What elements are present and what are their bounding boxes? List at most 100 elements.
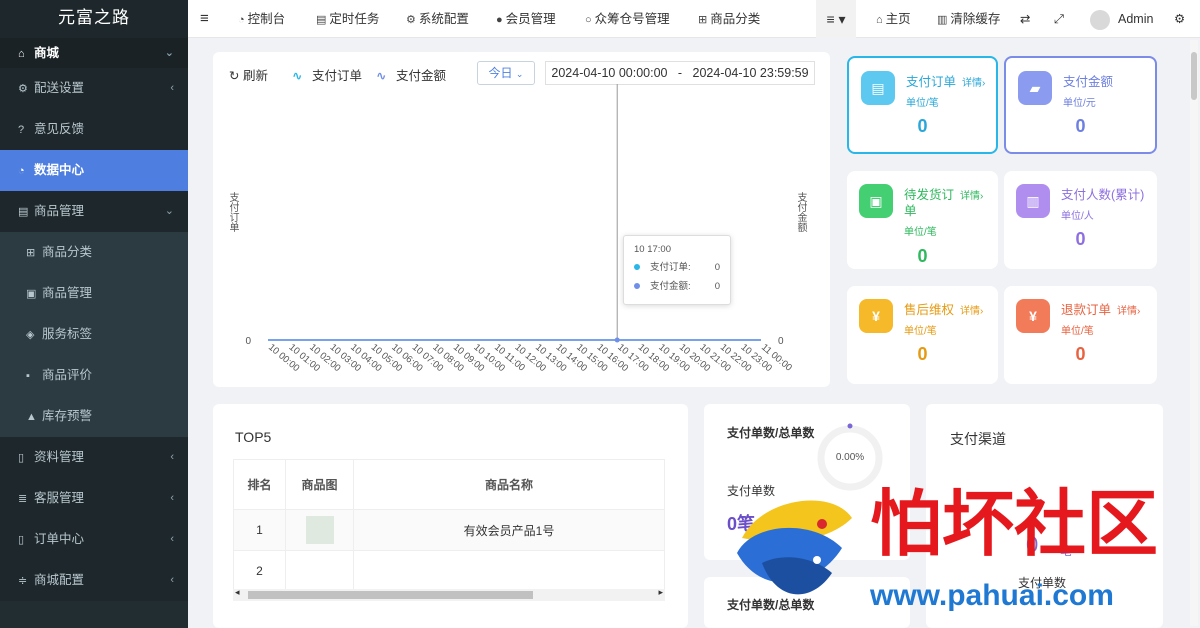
sidebar-item-label: 意见反馈 [34, 122, 85, 136]
home-icon: ⌂ [18, 48, 25, 60]
stat-title: 售后维权 [904, 303, 955, 317]
chart-card: ↻ 刷新 ∿ 支付订单 ∿ 支付金额 今日 ⌄ 2024-04-10 00:00:0… [213, 52, 830, 387]
tooltip-row-amount: 支付金额: 0 [634, 277, 720, 296]
nav-dashboard[interactable]: ◔ 控制台 [238, 0, 285, 38]
chevron-left-icon: ‹ [170, 492, 174, 504]
sidebar-item-label: 服务标签 [42, 327, 93, 341]
stat-card-paid-orders[interactable]: ▤ 支付订单 详情› 单位/笔 0 [847, 56, 998, 154]
stat-detail-link[interactable]: 详情› [960, 187, 984, 202]
user-menu[interactable]: Admin [1090, 0, 1153, 38]
sidebar-item-service-tags[interactable]: ◈ 服务标签 [0, 314, 188, 355]
table-header-row: 排名 商品图 商品名称 [233, 459, 665, 510]
nav-member-management[interactable]: ● 会员管理 [496, 0, 556, 38]
sidebar-item-label: 商品分类 [42, 245, 93, 259]
stat-title: 支付金额 [1063, 75, 1114, 89]
stat-card-paid-amount[interactable]: ▰ 支付金额 单位/元 0 [1004, 56, 1157, 154]
table-cell-image [285, 550, 354, 592]
column-header[interactable]: 商品图 [285, 459, 354, 510]
stat-card-pending-shipment[interactable]: ▣ 待发货订单 详情› 单位/笔 0 [847, 171, 998, 269]
more-menu-button[interactable]: ≡ ▾ [816, 0, 856, 38]
sidebar-item-support-management[interactable]: ≣ 客服管理 ‹ [0, 478, 188, 519]
file-icon: ▯ [18, 452, 25, 464]
sidebar-item-stock-alert[interactable]: ▲ 库存预警 [0, 396, 188, 437]
top-navbar: ≡ ◔ 控制台 ▤ 定时任务 ⚙ 系统配置 ● 会员管理 ○ 众筹仓号管理 ⊞ 商品分类 ≡… [188, 0, 1200, 38]
gear-icon: ⚙ [406, 14, 416, 26]
sidebar-item-label: 库存预警 [42, 409, 93, 423]
nav-label: 会员管理 [505, 12, 556, 26]
nav-crowdfunding[interactable]: ○ 众筹仓号管理 [585, 0, 670, 38]
tooltip-label: 支付金额: [650, 281, 691, 292]
product-thumbnail[interactable] [305, 516, 334, 544]
menu-toggle-icon[interactable]: ≡ [200, 0, 209, 38]
briefcase-icon: ▣ [26, 288, 37, 300]
sidebar-item-profile-management[interactable]: ▯ 资料管理 ‹ [0, 437, 188, 478]
tooltip-title: 10 17:00 [634, 244, 671, 255]
question-icon: ? [18, 124, 25, 136]
table-row[interactable]: 2 [233, 550, 665, 592]
sidebar-item-mall-config[interactable]: ≑ 商城配置 ‹ [0, 560, 188, 601]
table-cell-rank: 1 [233, 509, 286, 551]
sidebar-item-goods-category[interactable]: ⊞ 商品分类 [0, 232, 188, 273]
stat-value: 0 [917, 344, 928, 364]
sidebar-item-label: 商品管理 [42, 286, 93, 300]
sidebar-item-delivery[interactable]: ⚙ 配送设置 ‹ [0, 68, 188, 109]
stat-detail-link[interactable]: 详情› [962, 74, 985, 89]
chevron-down-icon: ⌄ [164, 205, 174, 217]
tooltip-value: 0 [714, 281, 720, 292]
sidebar-item-mall[interactable]: ⌂ 商城 ⌄ [0, 38, 188, 68]
sidebar-item-label: 商城配置 [34, 573, 85, 587]
y-tick-label-left: 0 [245, 336, 251, 347]
avatar [1090, 9, 1110, 30]
sitemap-icon: ⊞ [698, 14, 708, 26]
wallet-icon: ▣ [859, 184, 893, 218]
stat-card-refund-orders[interactable]: ¥ 退款订单 详情› 单位/笔 0 [1004, 286, 1157, 384]
sidebar-item-data-center[interactable]: ◔ 数据中心 [0, 150, 188, 191]
nav-clear-cache[interactable]: ▥ 清除缓存 [937, 0, 1000, 38]
column-header[interactable]: 商品名称 [353, 459, 665, 510]
sidebar-item-label: 配送设置 [34, 81, 85, 95]
sidebar-item-feedback[interactable]: ? 意见反馈 [0, 109, 188, 150]
fullscreen-icon[interactable]: ⤢ [1054, 0, 1064, 38]
page-scrollbar-thumb[interactable] [1191, 52, 1197, 100]
tags-icon: ◈ [26, 329, 35, 341]
sliders-icon: ≑ [18, 575, 28, 587]
nav-label: 系统配置 [418, 12, 469, 26]
column-header[interactable]: 排名 [233, 459, 286, 510]
stat-card-paying-users[interactable]: ▥ 支付人数(累计) 单位/人 0 [1004, 171, 1157, 269]
nav-goods-category[interactable]: ⊞ 商品分类 [698, 0, 760, 38]
nav-system-config[interactable]: ⚙ 系统配置 [406, 0, 469, 38]
scroll-left-icon[interactable]: ◂ [235, 587, 240, 598]
sidebar-item-label: 订单中心 [34, 532, 85, 546]
scroll-right-icon[interactable]: ▸ [658, 587, 663, 598]
chevron-left-icon: ‹ [170, 574, 174, 586]
translate-icon[interactable]: ⇄ [1020, 0, 1030, 38]
stat-title: 支付订单 [906, 75, 957, 89]
scrollbar-thumb[interactable] [248, 591, 533, 599]
sidebar-item-goods-management[interactable]: ▤ 商品管理 ⌄ [0, 191, 188, 232]
sidebar-item-order-center[interactable]: ▯ 订单中心 ‹ [0, 519, 188, 560]
shield-icon-glyph: ¥ [872, 308, 880, 324]
nav-scheduled-tasks[interactable]: ▤ 定时任务 [316, 0, 379, 38]
line-chart[interactable]: 0 010 00:0010 01:0010 02:0010 03:0010 04:… [213, 52, 830, 387]
stat-card-after-sales[interactable]: ¥ 售后维权 详情› 单位/笔 0 [847, 286, 998, 384]
table-row[interactable]: 1 有效会员产品1号 [233, 509, 665, 551]
sidebar-item-goods-reviews[interactable]: ▪ 商品评价 [0, 355, 188, 396]
horizontal-scrollbar[interactable]: ◂ ▸ [233, 587, 665, 601]
stat-unit: 单位/笔 [904, 227, 937, 238]
top5-title: TOP5 [235, 429, 272, 445]
dashboard-icon: ◔ [18, 165, 25, 177]
stat-detail-link[interactable]: 详情› [960, 302, 983, 317]
pay-channel-title: 支付渠道 [950, 431, 1006, 447]
sidebar-item-label: 商品评价 [42, 368, 93, 382]
table-cell-rank: 2 [233, 550, 286, 592]
comment-icon: ▪ [26, 370, 30, 382]
stat-unit: 单位/笔 [906, 98, 939, 109]
table-cell-name: 有效会员产品1号 [353, 509, 665, 551]
nav-home[interactable]: ⌂ 主页 [876, 0, 911, 38]
stat-detail-link[interactable]: 详情› [1117, 302, 1140, 317]
sidebar-item-label: 客服管理 [34, 491, 85, 505]
sidebar-item-goods-list[interactable]: ▣ 商品管理 [0, 273, 188, 314]
settings-icon[interactable]: ⚙ [1174, 0, 1185, 38]
top5-table: 排名 商品图 商品名称 1 有效会员产品1号 2 [233, 459, 665, 592]
stat-title: 待发货订单 [904, 188, 955, 218]
